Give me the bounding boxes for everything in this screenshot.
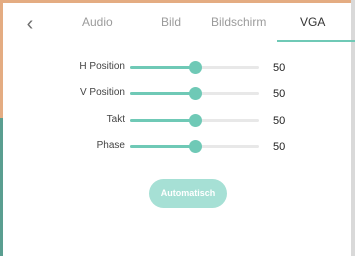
slider-label: Takt — [106, 114, 125, 125]
slider-fill — [130, 145, 195, 148]
tab-vga[interactable]: VGA — [300, 15, 325, 29]
slider-thumb[interactable] — [188, 87, 202, 100]
slider-value: 50 — [273, 88, 286, 100]
slider-label: Phase — [96, 140, 125, 151]
tab-audio[interactable]: Audio — [82, 15, 113, 29]
slider-fill — [130, 66, 195, 69]
slider-value: 50 — [273, 141, 286, 153]
slider-row-v-position: V Position 50 — [3, 86, 351, 110]
automatisch-button[interactable]: Automatisch — [149, 179, 227, 208]
slider-thumb[interactable] — [188, 61, 202, 74]
slider-track[interactable] — [130, 87, 259, 100]
slider-fill — [130, 119, 195, 122]
slider-row-h-position: H Position 50 — [3, 60, 351, 84]
slider-label: V Position — [79, 87, 125, 98]
slider-fill — [130, 92, 195, 95]
window-edge-right — [351, 0, 355, 256]
slider-row-takt: Takt 50 — [3, 113, 351, 137]
chevron-left-icon[interactable]: ‹ — [22, 13, 38, 35]
slider-thumb[interactable] — [188, 140, 202, 153]
tab-bildschirm[interactable]: Bildschirm — [211, 15, 266, 29]
slider-track[interactable] — [130, 140, 259, 153]
active-tab-indicator — [277, 40, 355, 42]
slider-row-phase: Phase 50 — [3, 139, 351, 163]
tab-bild[interactable]: Bild — [161, 15, 181, 29]
slider-value: 50 — [273, 62, 286, 74]
slider-track[interactable] — [130, 114, 259, 127]
slider-thumb[interactable] — [188, 114, 202, 127]
vga-settings-panel: ‹ Audio Bild Bildschirm VGA H Position 5… — [3, 3, 355, 256]
slider-track[interactable] — [130, 61, 259, 74]
slider-label: H Position — [79, 61, 125, 72]
slider-value: 50 — [273, 115, 286, 127]
